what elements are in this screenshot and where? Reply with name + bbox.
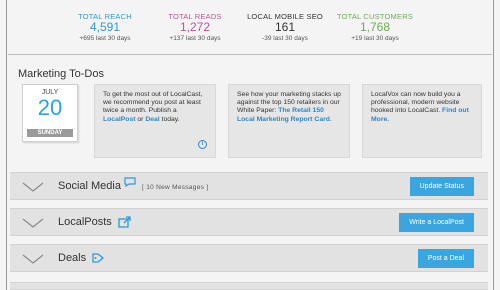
section-label: Social Media bbox=[58, 180, 121, 192]
stat-value: 4,591 bbox=[89, 20, 121, 34]
info-icon[interactable]: i bbox=[198, 140, 207, 149]
localpost-link[interactable]: LocalPost bbox=[103, 116, 135, 123]
stat-change: +137 last 30 days bbox=[169, 35, 221, 42]
deal-link[interactable]: Deal bbox=[145, 116, 159, 123]
section-deals[interactable]: Deals Post a Deal bbox=[10, 244, 488, 272]
card-text: or bbox=[135, 115, 146, 123]
update-status-button[interactable]: Update Status bbox=[409, 177, 474, 196]
todo-card-report: See how your marketing stacks up against… bbox=[228, 84, 350, 158]
section-social-media[interactable]: Social Media [ 10 New Messages ] Update S… bbox=[10, 172, 488, 200]
section-label: Deals bbox=[58, 252, 87, 264]
stat-change: +19 last 30 days bbox=[351, 35, 399, 42]
stat-value: 1,272 bbox=[179, 20, 211, 34]
stats-bar: TOTAL REACH 4,591 +695 last 30 days TOTA… bbox=[60, 12, 420, 48]
card-text: . bbox=[329, 115, 332, 123]
speech-bubble-icon bbox=[124, 177, 136, 188]
divider bbox=[8, 54, 492, 55]
chevron-down-icon[interactable] bbox=[22, 217, 44, 229]
section-heading: LocalPosts bbox=[58, 216, 132, 228]
frame-left-border bbox=[6, 0, 7, 290]
card-text: To get the most out of LocalCast, we rec… bbox=[103, 91, 203, 115]
card-text: today. bbox=[159, 115, 180, 123]
chevron-down-icon[interactable] bbox=[22, 253, 44, 265]
stat-change: -39 last 30 days bbox=[262, 35, 308, 42]
section-next-partial bbox=[10, 282, 488, 290]
section-heading: Deals bbox=[58, 252, 105, 264]
chevron-down-icon[interactable] bbox=[22, 181, 44, 193]
section-title-marketing-todos: Marketing To-Dos bbox=[18, 68, 104, 80]
stat-total-reach: TOTAL REACH 4,591 +695 last 30 days bbox=[60, 12, 150, 48]
stat-total-reads: TOTAL READS 1,272 +137 last 30 days bbox=[150, 12, 240, 48]
stat-change: +695 last 30 days bbox=[79, 35, 131, 42]
stat-local-mobile-seo: LOCAL MOBILE SEO 161 -39 last 30 days bbox=[240, 12, 330, 48]
section-label: LocalPosts bbox=[58, 216, 112, 228]
section-localposts[interactable]: LocalPosts Write a LocalPost bbox=[10, 208, 488, 236]
stat-total-customers: TOTAL CUSTOMERS 1,768 +19 last 30 days bbox=[330, 12, 420, 48]
todo-card-post: To get the most out of LocalCast, we rec… bbox=[94, 84, 216, 158]
tag-icon bbox=[92, 253, 105, 263]
frame-right-border bbox=[493, 0, 494, 290]
write-localpost-button[interactable]: Write a LocalPost bbox=[399, 213, 474, 232]
calendar-date: JULY 20 SUNDAY bbox=[22, 84, 78, 142]
new-messages-count[interactable]: [ 10 New Messages ] bbox=[142, 184, 208, 191]
stat-value: 161 bbox=[274, 20, 296, 34]
calendar-weekday: SUNDAY bbox=[27, 129, 73, 137]
post-deal-button[interactable]: Post a Deal bbox=[417, 249, 474, 268]
stat-value: 1,768 bbox=[359, 20, 391, 34]
todo-card-website: LocalVox can now build you a professiona… bbox=[362, 84, 482, 158]
share-icon bbox=[118, 216, 131, 228]
calendar-day: 20 bbox=[37, 95, 63, 120]
section-heading: Social Media [ 10 New Messages ] bbox=[58, 177, 208, 192]
